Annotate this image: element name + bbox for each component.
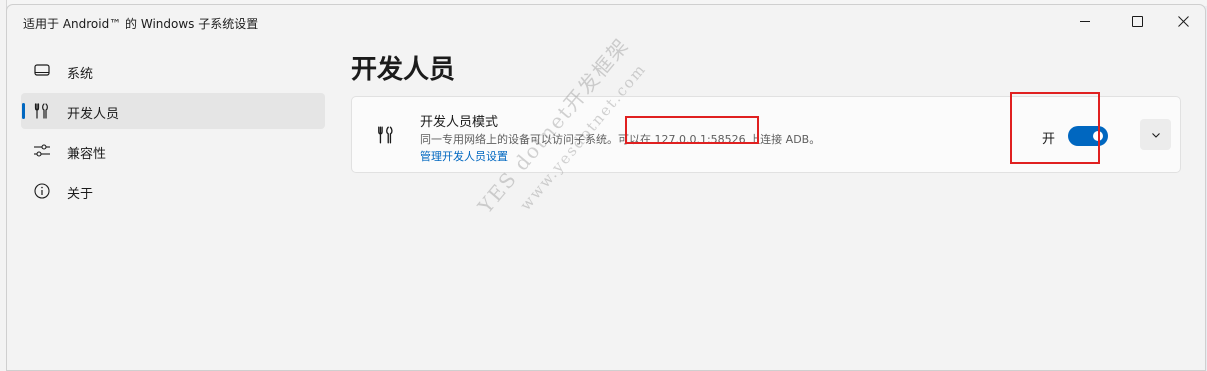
sidebar-item-label: 兼容性 — [67, 147, 107, 162]
minimize-icon — [1080, 20, 1090, 22]
title-bar[interactable]: 适用于 Android™ 的 Windows 子系统设置 — [7, 5, 1205, 39]
sidebar-nav: 系统 开发人员 兼容性 关于 — [21, 53, 325, 213]
sidebar-item-label: 系统 — [67, 67, 94, 82]
sliders-icon — [34, 144, 50, 157]
annotation-box-toggle — [1010, 92, 1100, 164]
minimize-button[interactable] — [1062, 5, 1108, 37]
close-button[interactable] — [1160, 5, 1205, 37]
manage-developer-settings-link[interactable]: 管理开发人员设置 — [420, 148, 508, 164]
settings-window: 适用于 Android™ 的 Windows 子系统设置 系统 开发人员 兼容性… — [6, 4, 1206, 371]
page-title: 开发人员 — [351, 55, 456, 85]
expand-button[interactable] — [1140, 119, 1171, 150]
info-icon — [34, 183, 50, 199]
close-icon — [1177, 15, 1189, 27]
chevron-down-icon — [1151, 132, 1160, 138]
tools-icon — [378, 126, 393, 144]
laptop-icon — [34, 64, 50, 76]
sidebar-item-developer[interactable]: 开发人员 — [21, 93, 325, 129]
tools-icon — [34, 103, 48, 119]
window-title: 适用于 Android™ 的 Windows 子系统设置 — [23, 17, 259, 31]
selected-indicator — [22, 103, 25, 119]
sidebar-item-label: 开发人员 — [67, 107, 120, 122]
developer-mode-description: 同一专用网络上的设备可以访问子系统。可以在 127.0.0.1:58526 上连… — [420, 133, 821, 146]
sidebar-item-label: 关于 — [67, 187, 94, 202]
annotation-box-adb-address — [625, 116, 759, 144]
developer-mode-title: 开发人员模式 — [420, 115, 499, 130]
sidebar-item-compatibility[interactable]: 兼容性 — [21, 133, 325, 169]
maximize-icon — [1131, 15, 1143, 27]
maximize-button[interactable] — [1114, 5, 1160, 37]
sidebar-item-about[interactable]: 关于 — [21, 173, 325, 209]
sidebar-item-system[interactable]: 系统 — [21, 53, 325, 89]
